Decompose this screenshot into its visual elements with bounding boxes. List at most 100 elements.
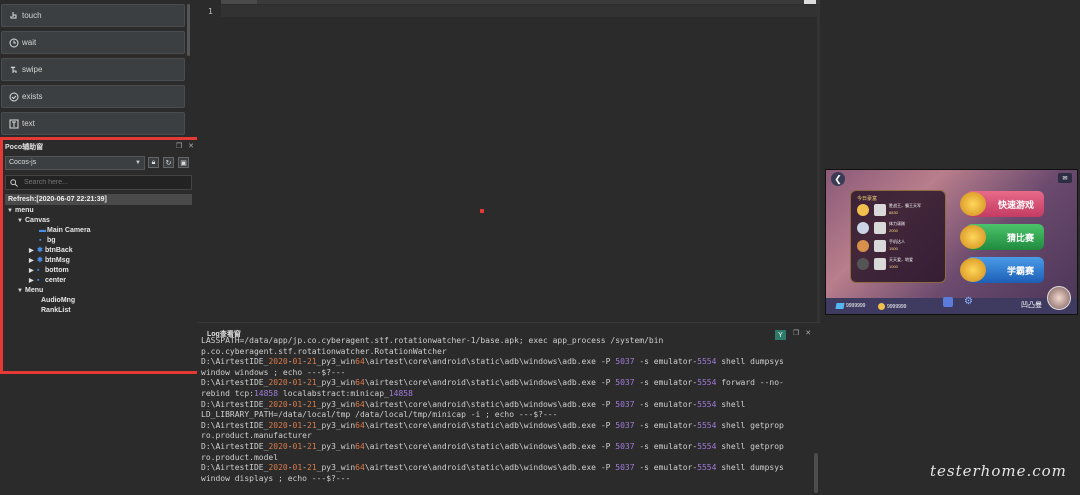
refresh-icon[interactable]: ↻ <box>163 157 174 168</box>
lock-icon[interactable]: 🔒︎ <box>148 157 159 168</box>
avatar <box>874 258 886 270</box>
gear-icon[interactable]: ⚙ <box>964 297 974 307</box>
expand-arrow-icon[interactable]: ▼ <box>17 286 25 296</box>
tree-node-bg[interactable]: ▪ bg <box>39 236 56 246</box>
record-icon[interactable]: ▣ <box>178 157 189 168</box>
poco-refresh-time: Refresh:[2020-06-07 22:21:39] <box>5 194 192 205</box>
log-line: D:\AirtestIDE_2020-01-21_py3_win64\airte… <box>201 399 746 409</box>
task-icon[interactable] <box>943 297 953 307</box>
expand-arrow-icon[interactable]: ▼ <box>17 216 25 226</box>
log-line: LD_LIBRARY_PATH=/data/local/tmp /data/lo… <box>201 410 558 420</box>
node-icon: ✱ <box>37 247 43 254</box>
editor-tab[interactable] <box>217 0 257 4</box>
expand-arrow-icon[interactable]: ▶ <box>29 266 37 276</box>
avatar <box>874 222 886 234</box>
tree-node-menu[interactable]: ▼ menu <box>7 206 34 216</box>
poco-mode-value: Cocos-js <box>9 159 37 166</box>
bronze-medal-icon <box>857 240 869 252</box>
log-line: p.co.cyberagent.stf.rotationwatcher.Rota… <box>201 346 447 356</box>
avatar <box>874 204 886 216</box>
wait-button[interactable]: wait <box>1 31 185 54</box>
player-nickname: 凹凸曼 <box>1021 302 1042 309</box>
tree-node-bottom[interactable]: ▶ ▪ bottom <box>29 266 69 276</box>
poco-search-input[interactable] <box>24 179 174 186</box>
message-icon[interactable]: ✉ <box>1058 173 1072 183</box>
tree-node-center[interactable]: ▶ ▪ center <box>29 276 66 286</box>
log-line: D:\AirtestIDE_2020-01-21_py3_win64\airte… <box>201 420 784 430</box>
poco-search-box[interactable] <box>5 175 192 190</box>
log-line: ro.product.model <box>201 452 279 462</box>
float-window-icon[interactable]: ❐ <box>176 142 182 150</box>
device-screen[interactable]: ❮ ✉ 今日豪富 胜战王，霸王天军 8830 体力顽刚 2000 手机达人 1500 … <box>825 169 1078 315</box>
poco-assistant-panel: Poco辅助窗 ❐ ✕ Cocos-js ▼ 🔒︎ ↻ ▣ Refresh:[2… <box>0 137 205 374</box>
tree-node-btnmsg[interactable]: ▶ ✱ btnMsg <box>29 256 70 266</box>
chevron-down-icon: ▼ <box>135 160 141 166</box>
diamond-counter: 9999999 <box>835 303 865 309</box>
coin-counter: 9999999 <box>878 303 906 310</box>
tree-node-menu-child[interactable]: ▼ Menu <box>17 286 43 296</box>
poco-mode-select[interactable]: Cocos-js ▼ <box>5 156 145 170</box>
tree-node-ranklist[interactable]: RankList <box>41 306 71 316</box>
guess-match-button[interactable]: 猜比赛 <box>960 224 1044 250</box>
coin-icon <box>878 303 885 310</box>
dice-icon <box>960 192 986 216</box>
node-icon: ✱ <box>37 257 43 264</box>
tree-node-canvas[interactable]: ▼ Canvas <box>17 216 50 226</box>
log-line: D:\AirtestIDE_2020-01-21_py3_win64\airte… <box>201 378 784 388</box>
watermark: testerhome.com <box>930 462 1067 480</box>
tree-node-audiomng[interactable]: AudioMng <box>41 296 75 306</box>
wait-label: wait <box>22 38 37 47</box>
script-editor[interactable]: 1 <box>197 0 820 322</box>
text-button[interactable]: text <box>1 112 185 135</box>
rank-row: 手机达人 1500 <box>857 239 941 253</box>
log-line: window windows ; echo ---$?--- <box>201 367 346 377</box>
node-icon: ▪ <box>39 237 42 244</box>
expand-arrow-icon[interactable]: ▶ <box>29 256 37 266</box>
touch-button[interactable]: touch <box>1 4 185 27</box>
rank-row: 胜战王，霸王天军 8830 <box>857 203 941 217</box>
log-line: D:\AirtestIDE_2020-01-21_py3_win64\airte… <box>201 463 784 473</box>
diamond-icon <box>835 303 845 309</box>
current-line-highlight[interactable] <box>221 5 817 17</box>
node-icon: ▪ <box>37 267 40 274</box>
exists-button[interactable]: exists <box>1 85 185 108</box>
airtest-ide-window: touch wait swipe exists text Poco辅助窗 ❐ ✕… <box>0 0 1080 495</box>
left-panel: touch wait swipe exists text Poco辅助窗 ❐ ✕… <box>0 0 205 495</box>
log-line: D:\AirtestIDE_2020-01-21_py3_win64\airte… <box>201 357 784 367</box>
log-line: LASSPATH=/data/app/jp.co.cyberagent.stf.… <box>201 336 664 345</box>
expand-arrow-icon[interactable]: ▼ <box>7 206 15 216</box>
search-icon <box>10 174 18 192</box>
rank-list: 今日豪富 胜战王，霸王天军 8830 体力顽刚 2000 手机达人 1500 天天爱，… <box>850 190 946 283</box>
back-icon[interactable]: ❮ <box>831 172 845 186</box>
tree-node-btnback[interactable]: ▶ ✱ btnBack <box>29 246 73 256</box>
touch-label: touch <box>22 11 42 20</box>
api-list-scrollbar[interactable] <box>187 4 190 56</box>
log-scrollbar[interactable] <box>814 453 818 493</box>
red-marker <box>480 209 484 213</box>
tree-node-main-camera[interactable]: ▬ Main Camera <box>39 226 91 236</box>
expand-arrow-icon[interactable]: ▶ <box>29 276 37 286</box>
line-gutter <box>197 0 221 322</box>
swipe-icon <box>8 64 19 75</box>
log-line: D:\AirtestIDE_2020-01-21_py3_win64\airte… <box>201 441 784 451</box>
editor-corner-button[interactable] <box>804 0 816 4</box>
airtest-api-list: touch wait swipe exists text <box>0 0 196 137</box>
text-icon <box>8 118 19 129</box>
poco-panel-title: Poco辅助窗 <box>5 144 44 151</box>
avatar[interactable] <box>1047 286 1071 310</box>
rank-row: 天天爱，地爱 1000 <box>857 257 941 271</box>
text-label: text <box>22 119 35 128</box>
log-line: window displays ; echo ---$?--- <box>201 473 351 483</box>
quick-game-button[interactable]: 快速游戏 <box>960 191 1044 217</box>
rank-number-icon <box>857 258 869 270</box>
expand-arrow-icon[interactable]: ▶ <box>29 246 37 256</box>
log-line: ro.product.manufacturer <box>201 431 312 441</box>
editor-tab-strip <box>197 0 820 4</box>
exists-label: exists <box>22 92 43 101</box>
swipe-button[interactable]: swipe <box>1 58 185 81</box>
clock-icon <box>8 37 19 48</box>
close-icon[interactable]: ✕ <box>188 142 194 150</box>
scholar-match-button[interactable]: 学霸赛 <box>960 257 1044 283</box>
avatar <box>874 240 886 252</box>
log-output[interactable]: LASSPATH=/data/app/jp.co.cyberagent.stf.… <box>201 336 811 494</box>
